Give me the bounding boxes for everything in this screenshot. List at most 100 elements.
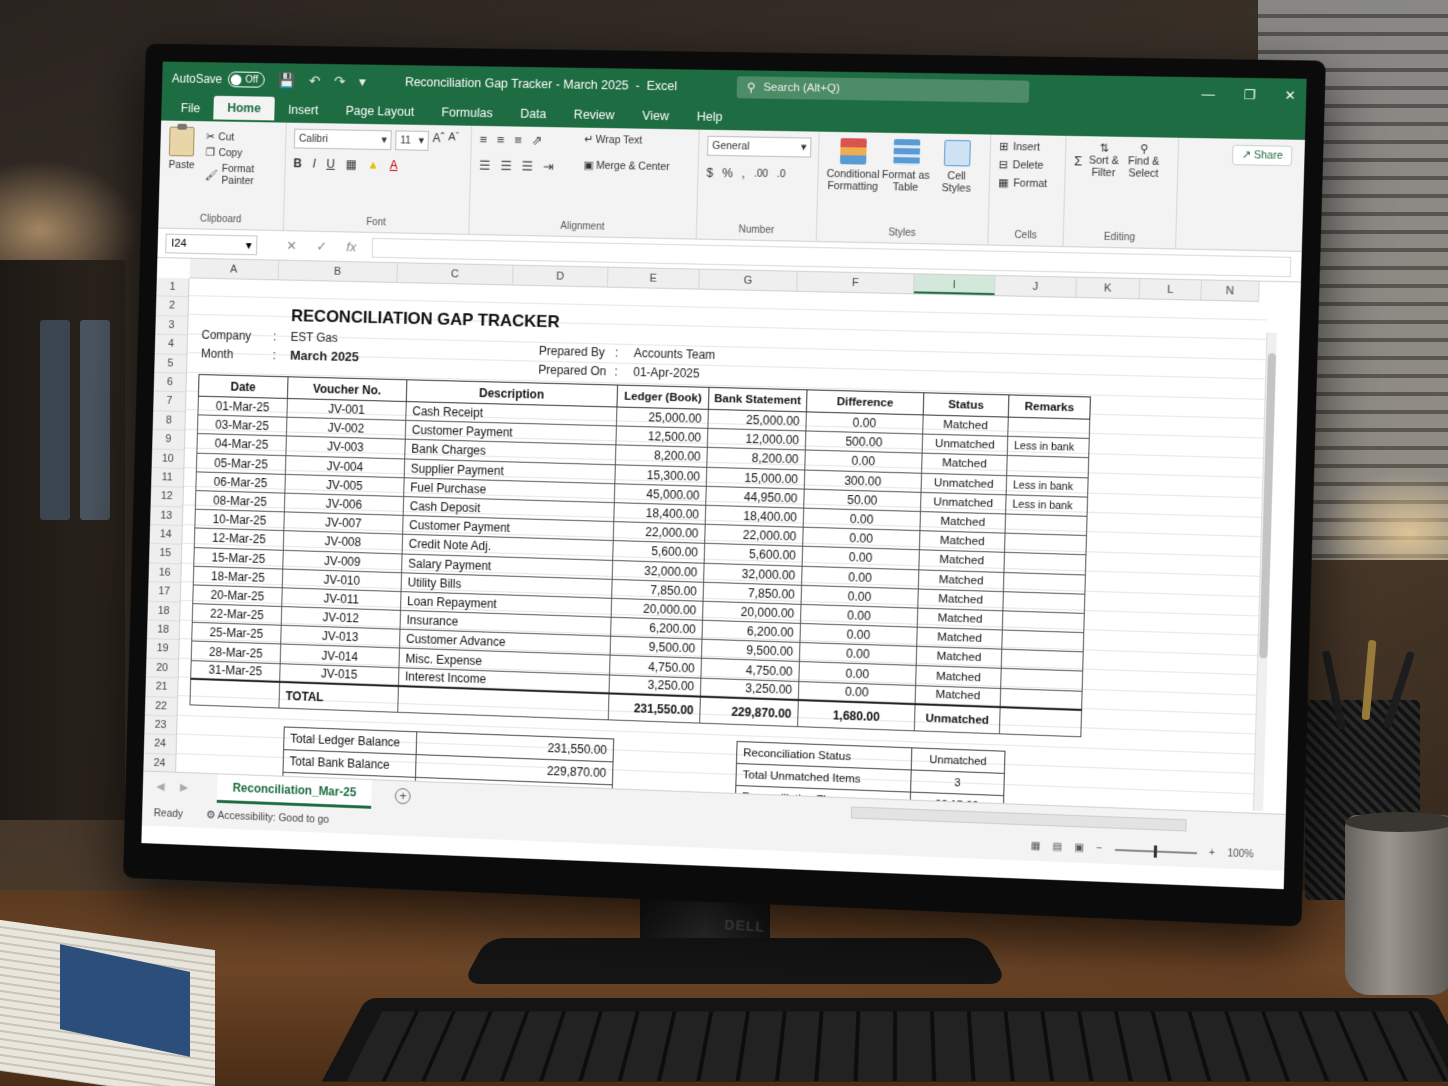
format-cells-button[interactable]: ▦ Format [998,177,1056,190]
total-cell-empty[interactable] [190,679,280,708]
tab-insert[interactable]: Insert [274,103,332,124]
column-header[interactable]: A [190,259,279,280]
remarks-cell[interactable] [1005,514,1087,536]
remarks-cell[interactable] [1004,533,1086,555]
align-bottom-icon[interactable]: ≡ [514,132,522,148]
row-header[interactable]: 18 [147,601,179,621]
total-status[interactable]: Unmatched [914,704,1000,733]
column-header[interactable]: N [1201,280,1259,301]
row-header[interactable]: 14 [150,525,182,545]
zoom-out-icon[interactable]: − [1096,843,1102,854]
column-header-selected[interactable]: I [914,274,996,295]
tab-help[interactable]: Help [683,109,737,130]
redo-icon[interactable]: ↷ [334,73,346,90]
row-header[interactable]: 11 [151,468,183,488]
ledger-cell[interactable]: 8,200.00 [615,445,707,467]
cut-button[interactable]: ✂ Cut [206,131,278,144]
save-icon[interactable]: 💾 [278,72,295,89]
status-cell[interactable]: Matched [918,589,1004,611]
search-box[interactable]: ⚲ Search (Alt+Q) [737,76,1030,103]
borders-icon[interactable]: ▦ [345,157,356,171]
cancel-icon[interactable]: ✕ [286,238,297,254]
font-name-select[interactable]: Calibri ▾ [294,129,392,150]
normal-view-icon[interactable]: ▦ [1031,841,1041,852]
zoom-in-icon[interactable]: + [1209,848,1215,859]
add-sheet-icon[interactable]: + [395,787,411,803]
horizontal-scrollbar[interactable] [851,806,1187,831]
minimize-icon[interactable]: — [1201,86,1215,102]
remarks-cell[interactable]: Less in bank [1007,436,1089,458]
tab-file[interactable]: File [167,101,214,121]
autosum-icon[interactable]: Σ [1074,153,1083,168]
ledger-cell[interactable]: 12,500.00 [616,426,708,448]
column-header[interactable]: J [995,276,1077,297]
row-header[interactable]: 7 [153,392,185,412]
date-cell[interactable]: 05-Mar-25 [196,453,286,474]
underline-icon[interactable]: U [326,157,335,171]
align-middle-icon[interactable]: ≡ [497,132,505,148]
column-header[interactable]: L [1140,279,1202,300]
bank-cell[interactable]: 25,000.00 [708,409,807,431]
wrap-text-button[interactable]: ↵ Wrap Text [584,134,671,147]
column-header[interactable]: K [1076,278,1140,299]
date-cell[interactable]: 01-Mar-25 [198,396,288,417]
next-sheet-icon[interactable]: ▶ [180,781,189,794]
total-label[interactable]: TOTAL [279,682,398,712]
row-header[interactable]: 12 [151,487,183,507]
copy-button[interactable]: ❐ Copy [205,147,277,160]
row-header[interactable]: 19 [146,639,178,659]
total-ledger[interactable]: 231,550.00 [608,694,700,723]
total-difference[interactable]: 1,680.00 [798,700,915,730]
column-header[interactable]: D [513,266,608,287]
tab-view[interactable]: View [628,108,683,129]
delete-cells-button[interactable]: ⊟ Delete [998,159,1056,172]
orientation-icon[interactable]: ⇗ [531,133,542,149]
currency-icon[interactable]: $ [706,166,713,180]
close-icon[interactable]: ✕ [1284,88,1296,104]
tab-home[interactable]: Home [213,96,274,123]
total-cell-empty[interactable] [999,707,1081,736]
row-header[interactable]: 22 [145,696,177,716]
customize-toolbar-icon[interactable]: ▾ [359,73,366,90]
find-select-button[interactable]: ⚲ Find & Select [1125,143,1163,180]
ledger-cell[interactable]: 25,000.00 [616,407,708,429]
column-header[interactable]: C [397,263,513,284]
prev-sheet-icon[interactable]: ◀ [156,780,165,793]
align-left-icon[interactable]: ☰ [479,158,491,174]
italic-icon[interactable]: I [312,157,316,171]
bank-cell[interactable]: 12,000.00 [707,429,806,451]
tab-review[interactable]: Review [560,107,629,128]
remarks-cell[interactable] [1003,591,1085,613]
remarks-cell[interactable] [1008,417,1090,439]
number-format-select[interactable]: General ▾ [707,136,812,158]
page-layout-view-icon[interactable]: ▤ [1052,841,1062,852]
status-cell[interactable]: Matched [919,550,1005,572]
remarks-cell[interactable] [1003,572,1085,594]
remarks-cell[interactable] [1002,630,1084,652]
total-bank[interactable]: 229,870.00 [700,697,799,726]
remarks-cell[interactable]: Less in bank [1006,475,1088,497]
fill-color-icon[interactable]: ▲ [367,158,379,172]
row-header[interactable]: 3 [155,316,187,336]
decrease-decimal-icon[interactable]: .0 [777,169,786,180]
row-header[interactable]: 5 [154,354,186,374]
row-header[interactable]: 21 [145,677,177,697]
shrink-font-icon[interactable]: Aˇ [448,131,459,151]
grow-font-icon[interactable]: Aˆ [432,131,444,151]
row-header[interactable]: 20 [146,658,178,678]
status-cell[interactable]: Unmatched [920,492,1006,514]
accessibility-status[interactable]: ⚙ Accessibility: Good to go [206,809,329,826]
fx-icon[interactable]: fx [346,239,356,255]
undo-icon[interactable]: ↶ [309,72,321,89]
tab-formulas[interactable]: Formulas [427,105,506,126]
comma-icon[interactable]: , [742,166,746,180]
cell-area[interactable]: RECONCILIATION GAP TRACKER Company : EST… [176,278,1267,812]
row-header[interactable]: 8 [153,411,185,431]
tab-data[interactable]: Data [506,106,560,127]
name-box[interactable]: I24 ▾ [165,233,257,255]
remarks-cell[interactable] [1002,611,1084,633]
column-header[interactable]: F [797,272,914,294]
row-header[interactable]: 2 [156,297,188,317]
format-painter-button[interactable]: 🖌 Format Painter [205,163,277,188]
share-button[interactable]: ↗ Share [1232,145,1292,166]
